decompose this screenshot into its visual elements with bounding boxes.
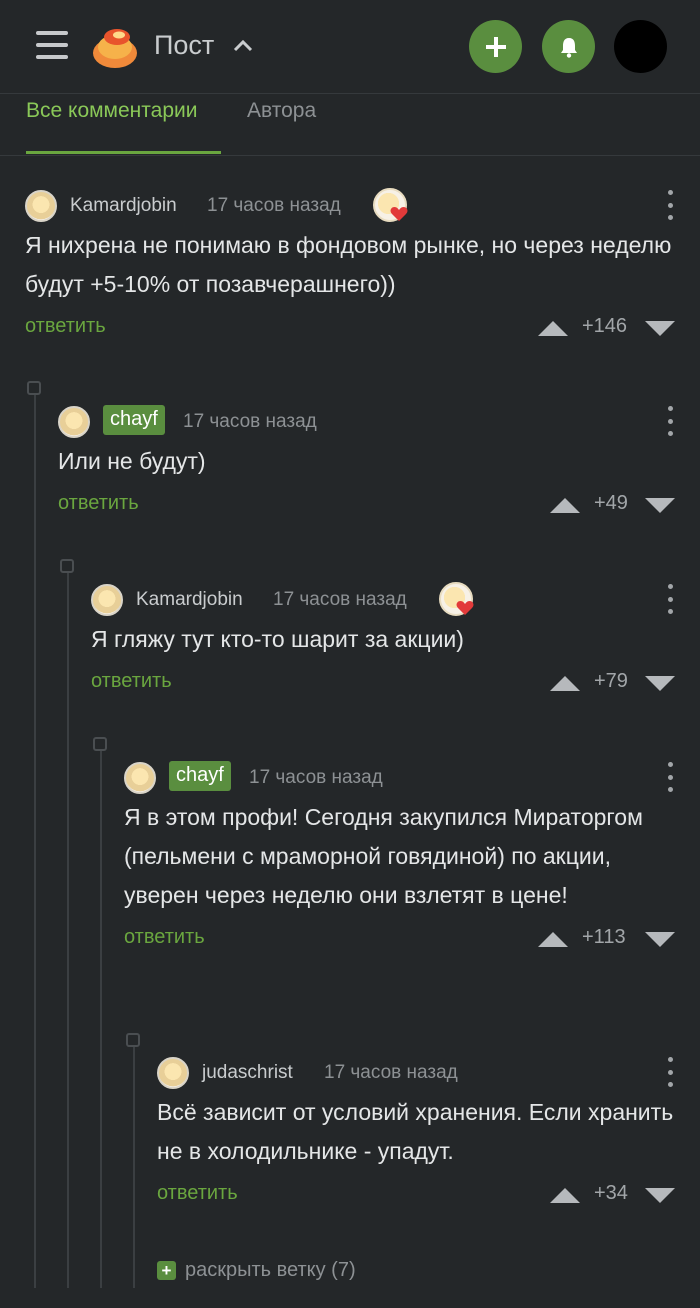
comment: judaschrist 17 часов назад Всё зависит о… xyxy=(157,1057,675,1213)
comment-time: 17 часов назад xyxy=(207,195,341,216)
comment-time: 17 часов назад xyxy=(249,767,383,788)
avatar[interactable] xyxy=(58,406,90,438)
thread-line xyxy=(67,566,69,1288)
heart-badge-icon xyxy=(373,188,408,222)
pikabu-logo[interactable] xyxy=(90,22,140,70)
comment-time: 17 часов назад xyxy=(324,1062,458,1083)
comment-text: Всё зависит от условий хранения. Если хр… xyxy=(157,1099,674,1164)
thread-line xyxy=(34,388,36,1288)
comment-rating: +79 xyxy=(594,670,628,692)
collapse-thread-button[interactable] xyxy=(126,1033,140,1047)
collapse-thread-button[interactable] xyxy=(27,381,41,395)
comment-rating: +146 xyxy=(582,315,628,337)
reply-button[interactable]: ответить xyxy=(58,492,139,515)
notifications-button[interactable] xyxy=(542,20,595,73)
user-avatar-button[interactable] xyxy=(614,20,667,73)
upvote-icon[interactable] xyxy=(538,932,568,947)
active-tab-indicator xyxy=(26,151,221,154)
upvote-icon[interactable] xyxy=(550,1188,580,1203)
top-bar: Пост xyxy=(0,0,700,94)
heart-badge-icon xyxy=(439,582,474,616)
more-options-icon[interactable] xyxy=(665,1057,675,1087)
comment-text: Я гляжу тут кто-то шарит за акции) xyxy=(91,626,464,652)
comment-rating: +34 xyxy=(594,1182,628,1204)
reply-button[interactable]: ответить xyxy=(157,1182,238,1205)
hamburger-menu-icon[interactable] xyxy=(36,31,68,59)
plus-icon: + xyxy=(157,1261,176,1280)
downvote-icon[interactable] xyxy=(645,932,675,947)
comment: chayf 17 часов назад Я в этом профи! Сег… xyxy=(124,761,675,957)
bell-icon xyxy=(560,37,577,58)
plus-icon xyxy=(485,36,506,57)
upvote-icon[interactable] xyxy=(550,498,580,513)
chevron-up-icon[interactable] xyxy=(232,37,254,53)
avatar[interactable] xyxy=(25,190,57,222)
heart-icon xyxy=(456,601,474,615)
upvote-icon[interactable] xyxy=(550,676,580,691)
add-post-button[interactable] xyxy=(469,20,522,73)
comment-time: 17 часов назад xyxy=(273,589,407,610)
thread-line xyxy=(133,1040,135,1288)
comment-text: Я нихрена не понимаю в фондовом рынке, н… xyxy=(25,232,672,297)
more-options-icon[interactable] xyxy=(665,584,675,614)
downvote-icon[interactable] xyxy=(645,676,675,691)
downvote-icon[interactable] xyxy=(645,321,675,336)
comment-author-op-badge[interactable]: chayf xyxy=(169,761,231,791)
comment: chayf 17 часов назад Или не будут) ответ… xyxy=(58,405,675,523)
avatar[interactable] xyxy=(91,584,123,616)
downvote-icon[interactable] xyxy=(645,498,675,513)
comment-author[interactable]: Kamardjobin xyxy=(70,195,177,217)
heart-icon xyxy=(390,207,408,221)
downvote-icon[interactable] xyxy=(645,1188,675,1203)
comment-text: Или не будут) xyxy=(58,448,206,474)
comment-author-op-badge[interactable]: chayf xyxy=(103,405,165,435)
avatar[interactable] xyxy=(157,1057,189,1089)
comment-time: 17 часов назад xyxy=(183,411,317,432)
reply-button[interactable]: ответить xyxy=(91,670,172,693)
tab-all-comments[interactable]: Все комментарии xyxy=(26,99,197,123)
comment-rating: +49 xyxy=(594,492,628,514)
comment: Kamardjobin 17 часов назад Я гляжу тут к… xyxy=(91,582,675,701)
comment-rating: +113 xyxy=(582,926,626,948)
reply-button[interactable]: ответить xyxy=(25,315,106,338)
upvote-icon[interactable] xyxy=(538,321,568,336)
expand-branch-label: раскрыть ветку (7) xyxy=(185,1259,356,1281)
comment-author[interactable]: judaschrist xyxy=(202,1062,293,1084)
more-options-icon[interactable] xyxy=(665,406,675,436)
page-title: Пост xyxy=(154,30,215,60)
collapse-thread-button[interactable] xyxy=(60,559,74,573)
more-options-icon[interactable] xyxy=(665,190,675,220)
comment-author[interactable]: Kamardjobin xyxy=(136,589,243,611)
reply-button[interactable]: ответить xyxy=(124,926,205,949)
avatar[interactable] xyxy=(124,762,156,794)
comment: Kamardjobin 17 часов назад Я нихрена не … xyxy=(25,188,675,346)
collapse-thread-button[interactable] xyxy=(93,737,107,751)
more-options-icon[interactable] xyxy=(665,762,675,792)
tab-author-comments[interactable]: Автора xyxy=(247,99,316,123)
comment-tabs: Все комментарии Автора xyxy=(0,93,700,156)
thread-line xyxy=(100,744,102,1288)
comment-text: Я в этом профи! Сегодня закупился Мирато… xyxy=(124,804,643,908)
